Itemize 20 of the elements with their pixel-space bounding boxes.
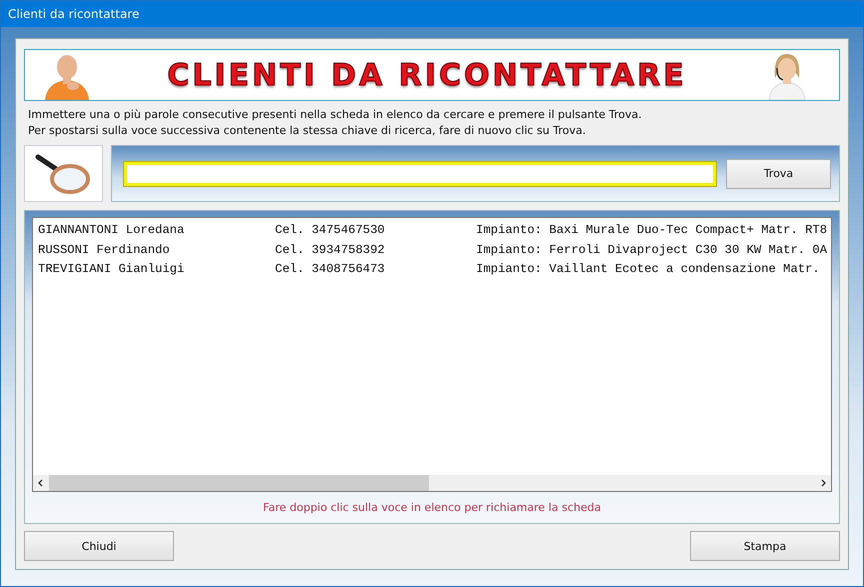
banner-title: CLIENTI DA RICONTATTARE [167,58,687,92]
search-field[interactable] [124,162,716,186]
print-button[interactable]: Stampa [690,531,840,561]
client-phone[interactable]: Cel. 3475467530 [275,221,476,240]
client-name[interactable]: RUSSONI Ferdinando [38,240,275,260]
find-button[interactable]: Trova [726,158,831,188]
close-button[interactable]: Chiudi [24,531,174,561]
window-title: Clienti da ricontattare [8,7,140,21]
client-system[interactable]: Impianto: Ferroli Divaproject C30 30 KW Matr. 0A [476,240,831,260]
client-phone[interactable]: Cel. 3934758392 [275,240,476,260]
client-system[interactable]: Impianto: Vaillant Ecotec a condensazione Matr. [476,260,831,280]
client-phone[interactable]: Cel. 3408756473 [275,260,476,280]
horizontal-scrollbar[interactable] [33,475,831,491]
scrollbar-thumb[interactable] [49,475,429,491]
client-name[interactable]: TREVIGIANI Gianluigi [38,260,275,280]
client-name[interactable]: GIANNANTONI Loredana [38,221,275,240]
instruction-text: Per spostarsi sulla voce successiva contenente la stessa chiave di ricerca, fare di nuovo clic su Trova. [28,123,587,139]
client-system[interactable]: Impianto: Baxi Murale Duo-Tec Compact+ Matr. RT8 [476,221,831,240]
hint-text: Fare doppio clic sulla voce in elenco per richiamare la scheda [262,500,602,516]
instruction-text: Immettere una o più parole consecutive presenti nella scheda in elenco da cercare e premere il pulsante Trova. [28,107,643,123]
